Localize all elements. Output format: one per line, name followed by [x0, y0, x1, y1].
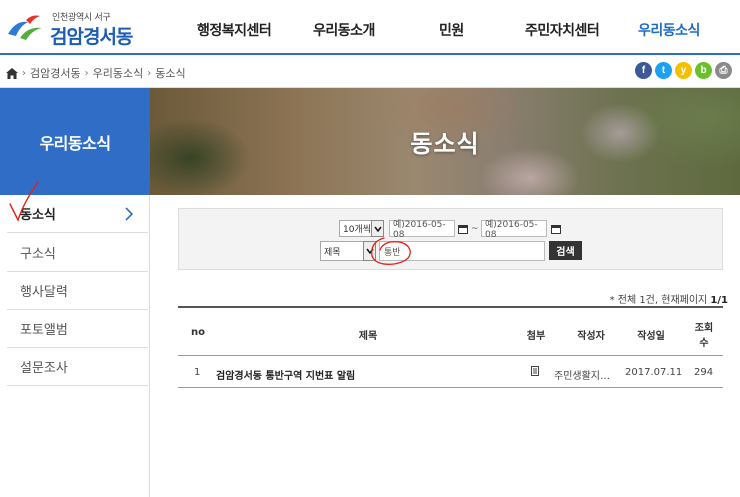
- sidebar-item-dong-news[interactable]: 동소식: [7, 195, 148, 233]
- search-button[interactable]: 검색: [549, 241, 582, 260]
- share-buttons: f t y b ⎙: [635, 62, 732, 79]
- logo-title: 검암경서동: [50, 26, 133, 48]
- home-icon[interactable]: [6, 67, 18, 79]
- row-title-link[interactable]: 검암경서동 통반구역 지번표 알림: [216, 367, 355, 382]
- page-size-value: 10개씩: [343, 225, 372, 235]
- logo-mark-icon: [8, 15, 42, 40]
- table-header: no 제목 첨부 작성자 작성일 조회 수: [178, 306, 723, 356]
- column-header-views-suffix: 수: [699, 338, 709, 349]
- sidebar-item-label: 행사달력: [20, 285, 68, 300]
- sidebar-item-survey[interactable]: 설문조사: [7, 348, 148, 386]
- breadcrumb-separator: ›: [84, 67, 89, 79]
- sidebar-item-photo-album[interactable]: 포토앨범: [7, 310, 148, 348]
- result-count-prefix: * 전체 1건, 현재페이지: [609, 295, 711, 306]
- chevron-down-icon: [371, 220, 384, 237]
- breadcrumb-item-news[interactable]: 우리동소식: [93, 65, 144, 81]
- result-count: * 전체 1건, 현재페이지 1/1: [610, 291, 728, 306]
- breadcrumb-separator: ›: [147, 67, 152, 79]
- chevron-right-icon: [125, 207, 134, 221]
- section-title: 우리동소식: [0, 88, 150, 195]
- date-range-separator: ~: [471, 224, 479, 234]
- page-size-select[interactable]: 10개씩: [339, 220, 384, 237]
- sidebar-menu: 동소식 구소식 행사달력 포토앨범 설문조사: [0, 195, 150, 497]
- row-number: 1: [194, 367, 201, 378]
- yozm-icon[interactable]: y: [675, 62, 692, 79]
- column-header-author: 작성자: [577, 331, 605, 342]
- nav-item-news[interactable]: 우리동소식: [638, 20, 700, 40]
- breadcrumb-item-current[interactable]: 동소식: [155, 65, 185, 81]
- start-date-input[interactable]: 예)2016-05-08: [389, 220, 455, 240]
- chevron-down-icon: [363, 241, 376, 261]
- row-views: 294: [694, 367, 714, 378]
- sidebar-item-label: 동소식: [20, 208, 56, 223]
- nav-item-resident-center[interactable]: 주민자치센터: [525, 20, 600, 40]
- column-header-views: 조회: [694, 323, 714, 334]
- nav-item-civil-service[interactable]: 민원: [439, 20, 464, 40]
- sidebar-item-label: 구소식: [20, 247, 56, 262]
- column-header-title: 제목: [358, 331, 378, 342]
- column-header-date: 작성일: [637, 331, 665, 342]
- sidebar-item-event-calendar[interactable]: 행사달력: [7, 272, 148, 310]
- page-indicator: 1/1: [710, 295, 728, 306]
- band-icon[interactable]: b: [695, 62, 712, 79]
- document-icon[interactable]: [531, 366, 539, 376]
- search-field-select[interactable]: 제목: [320, 241, 376, 261]
- search-keyword-input[interactable]: 통반: [379, 241, 545, 261]
- nav-item-welfare-center[interactable]: 행정복지센터: [197, 20, 272, 40]
- twitter-icon[interactable]: t: [655, 62, 672, 79]
- sidebar-item-label: 포토앨범: [20, 323, 68, 338]
- row-date: 2017.07.11: [625, 367, 683, 378]
- site-logo[interactable]: 인천광역시 서구 검암경서동: [6, 6, 146, 48]
- breadcrumb-bar: › 검암경서동 › 우리동소식 › 동소식 f t y b ⎙: [0, 55, 740, 88]
- search-panel: 10개씩 예)2016-05-08 ~ 예)2016-05-08 제목 통반 검…: [178, 208, 723, 270]
- sidebar-item-label: 설문조사: [20, 361, 68, 376]
- end-date-input[interactable]: 예)2016-05-08: [481, 220, 547, 240]
- column-header-no: no: [191, 327, 205, 338]
- breadcrumb-separator: ›: [22, 67, 26, 79]
- facebook-icon[interactable]: f: [635, 62, 652, 79]
- print-icon[interactable]: ⎙: [715, 62, 732, 79]
- sidebar-item-gu-news[interactable]: 구소식: [7, 234, 148, 272]
- hero-banner: 동소식: [150, 88, 740, 195]
- breadcrumb: › 검암경서동 › 우리동소식 › 동소식: [6, 65, 186, 81]
- table-row[interactable]: 1 검암경서동 통반구역 지번표 알림 주민생활지… 2017.07.11 29…: [178, 356, 723, 388]
- main-nav: 행정복지센터 우리동소개 민원 주민자치센터 우리동소식: [175, 0, 740, 55]
- calendar-icon[interactable]: [551, 224, 561, 234]
- page-title: 동소식: [410, 130, 480, 158]
- column-header-attachment: 첨부: [526, 331, 546, 342]
- search-field-value: 제목: [324, 247, 341, 258]
- nav-item-about[interactable]: 우리동소개: [313, 20, 375, 40]
- calendar-icon[interactable]: [458, 224, 468, 234]
- site-header: 인천광역시 서구 검암경서동 행정복지센터 우리동소개 민원 주민자치센터 우리…: [0, 0, 740, 55]
- row-author: 주민생활지…: [554, 371, 610, 382]
- breadcrumb-item-dong[interactable]: 검암경서동: [30, 65, 81, 81]
